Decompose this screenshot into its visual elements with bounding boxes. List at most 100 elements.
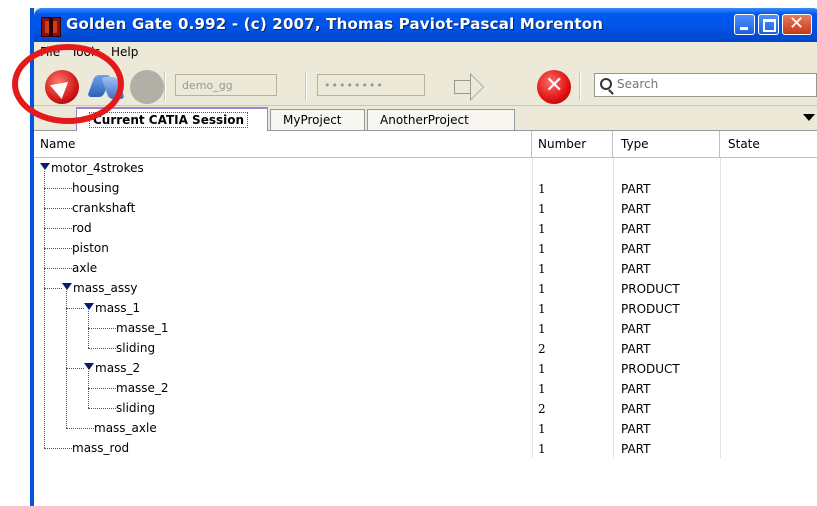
column-divider	[532, 278, 533, 298]
tree-connector	[66, 308, 84, 309]
column-divider	[613, 238, 614, 258]
column-divider	[532, 398, 533, 418]
cell-number: 1	[538, 202, 546, 216]
table-row[interactable]: masse_1 1 PART	[34, 318, 817, 338]
column-divider	[613, 218, 614, 238]
column-divider	[720, 398, 721, 418]
cell-type: PART	[621, 182, 651, 196]
cell-name: rod	[72, 221, 92, 235]
column-divider	[720, 418, 721, 438]
menu-bar: File Tools Help	[34, 42, 817, 62]
column-divider	[613, 298, 614, 318]
window-title: Golden Gate 0.992 - (c) 2007, Thomas Pav…	[66, 15, 604, 33]
column-divider	[613, 318, 614, 338]
column-divider	[613, 338, 614, 358]
column-divider	[532, 438, 533, 458]
toolbar-separator	[305, 71, 307, 101]
column-header-state[interactable]: State	[720, 131, 817, 157]
column-divider	[532, 238, 533, 258]
column-divider	[720, 438, 721, 458]
cell-name: mass_rod	[72, 441, 130, 455]
column-divider	[532, 258, 533, 278]
table-row[interactable]: piston 1 PART	[34, 238, 817, 258]
tab-anotherproject[interactable]: AnotherProject	[367, 109, 515, 130]
expand-triangle-icon[interactable]	[40, 163, 50, 170]
table-row[interactable]: sliding 2 PART	[34, 338, 817, 358]
column-divider	[532, 198, 533, 218]
cell-type: PART	[621, 342, 651, 356]
column-header-number[interactable]: Number	[532, 131, 613, 157]
app-icon[interactable]	[41, 17, 61, 37]
cell-name: housing	[72, 181, 120, 195]
expand-triangle-icon[interactable]	[84, 363, 94, 370]
password-field[interactable]: ••••••••	[317, 74, 425, 96]
tree-connector	[66, 368, 84, 369]
cell-number: 1	[538, 322, 546, 336]
search-box[interactable]	[594, 73, 817, 97]
cell-type: PART	[621, 422, 651, 436]
table-row[interactable]: mass_1 1 PRODUCT	[34, 298, 817, 318]
login-field[interactable]: demo_gg	[175, 74, 277, 96]
minimize-button[interactable]	[734, 14, 755, 35]
tab-myproject[interactable]: MyProject	[270, 109, 365, 130]
cell-type: PRODUCT	[621, 362, 680, 376]
column-header-name[interactable]: Name	[34, 131, 532, 157]
table-row[interactable]: mass_2 1 PRODUCT	[34, 358, 817, 378]
cell-number: 1	[538, 222, 546, 236]
expand-triangle-icon[interactable]	[84, 303, 94, 310]
column-divider	[613, 258, 614, 278]
column-divider	[613, 438, 614, 458]
menu-help[interactable]: Help	[111, 45, 138, 59]
table-row[interactable]: sliding 2 PART	[34, 398, 817, 418]
tree-connector	[88, 348, 116, 349]
column-divider	[720, 218, 721, 238]
column-divider	[613, 178, 614, 198]
tree-connector	[88, 328, 116, 329]
maximize-button[interactable]	[758, 14, 779, 35]
cell-number: 1	[538, 302, 546, 316]
cell-type: PART	[621, 242, 651, 256]
table-row[interactable]: mass_rod 1 PART	[34, 438, 817, 458]
application-window: Golden Gate 0.992 - (c) 2007, Thomas Pav…	[30, 8, 817, 506]
title-bar[interactable]: Golden Gate 0.992 - (c) 2007, Thomas Pav…	[34, 8, 817, 42]
cell-number: 1	[538, 282, 546, 296]
table-row[interactable]: motor_4strokes	[34, 158, 817, 178]
cell-name: sliding	[116, 401, 156, 415]
column-divider	[720, 238, 721, 258]
table-row[interactable]: axle 1 PART	[34, 258, 817, 278]
column-divider	[613, 158, 614, 178]
table-row[interactable]: housing 1 PART	[34, 178, 817, 198]
annotation-circle	[12, 44, 124, 124]
tab-menu-icon[interactable]	[803, 114, 815, 121]
table-row[interactable]: crankshaft 1 PART	[34, 198, 817, 218]
expand-triangle-icon[interactable]	[62, 283, 72, 290]
cell-type: PART	[621, 222, 651, 236]
cell-number: 1	[538, 182, 546, 196]
column-header-type[interactable]: Type	[613, 131, 720, 157]
arrow-icon[interactable]	[454, 80, 471, 94]
tree-connector	[88, 388, 116, 389]
column-divider	[720, 318, 721, 338]
tree-connector	[44, 248, 72, 249]
cell-type: PART	[621, 442, 651, 456]
cell-name: axle	[72, 261, 98, 275]
cell-name: mass_1	[95, 301, 141, 315]
table-row[interactable]: mass_axle 1 PART	[34, 418, 817, 438]
table-row[interactable]: rod 1 PART	[34, 218, 817, 238]
column-divider	[613, 198, 614, 218]
tree-connector	[44, 268, 72, 269]
toolbar-separator	[579, 71, 581, 101]
column-divider	[532, 378, 533, 398]
stop-icon[interactable]	[130, 70, 164, 104]
search-input[interactable]	[617, 77, 797, 91]
cell-number: 1	[538, 362, 546, 376]
table-row[interactable]: masse_2 1 PART	[34, 378, 817, 398]
table-row[interactable]: mass_assy 1 PRODUCT	[34, 278, 817, 298]
column-divider	[720, 298, 721, 318]
cell-name: crankshaft	[72, 201, 136, 215]
tree-connector	[44, 288, 62, 289]
close-button[interactable]: ✕	[782, 13, 812, 35]
cell-type: PART	[621, 382, 651, 396]
cancel-icon[interactable]: ✕	[537, 70, 571, 104]
toolbar: demo_gg •••••••• ✕	[34, 63, 817, 106]
